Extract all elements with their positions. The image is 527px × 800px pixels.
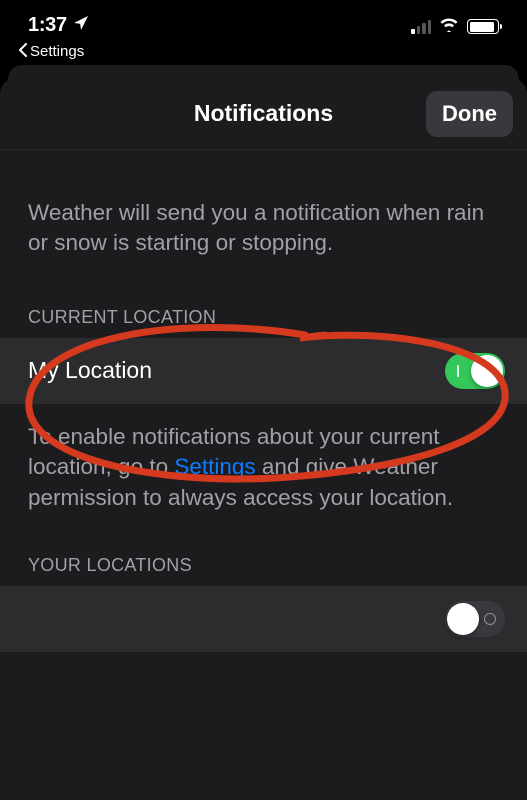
your-location-toggle[interactable] xyxy=(445,601,505,637)
chevron-left-icon xyxy=(18,41,28,61)
status-time-row: 1:37 xyxy=(28,14,89,37)
status-right xyxy=(411,14,499,37)
section-header-your-locations: YOUR LOCATIONS xyxy=(0,533,527,586)
back-to-app-label: Settings xyxy=(30,43,84,60)
location-services-icon xyxy=(73,15,89,36)
wifi-icon xyxy=(438,16,460,37)
sheet-header: Notifications Done xyxy=(0,78,527,150)
section-header-current-location: CURRENT LOCATION xyxy=(0,289,527,338)
status-time: 1:37 xyxy=(28,14,67,37)
battery-icon xyxy=(467,19,499,34)
page-title: Notifications xyxy=(194,100,333,127)
status-left: 1:37 Settings xyxy=(28,14,89,61)
my-location-toggle[interactable] xyxy=(445,353,505,389)
toggle-knob xyxy=(471,355,503,387)
back-to-app-breadcrumb[interactable]: Settings xyxy=(18,41,89,61)
my-location-row: My Location xyxy=(0,338,527,404)
toggle-knob xyxy=(447,603,479,635)
current-location-footer: To enable notifications about your curre… xyxy=(0,404,527,533)
intro-description: Weather will send you a notification whe… xyxy=(0,150,527,289)
modal-sheet: Notifications Done Weather will send you… xyxy=(0,78,527,800)
cellular-signal-icon xyxy=(411,20,431,34)
settings-link[interactable]: Settings xyxy=(174,454,255,479)
status-bar: 1:37 Settings xyxy=(0,0,527,56)
your-location-row xyxy=(0,586,527,652)
done-button[interactable]: Done xyxy=(426,91,513,137)
sheet-content: Weather will send you a notification whe… xyxy=(0,150,527,652)
my-location-label: My Location xyxy=(28,357,152,384)
